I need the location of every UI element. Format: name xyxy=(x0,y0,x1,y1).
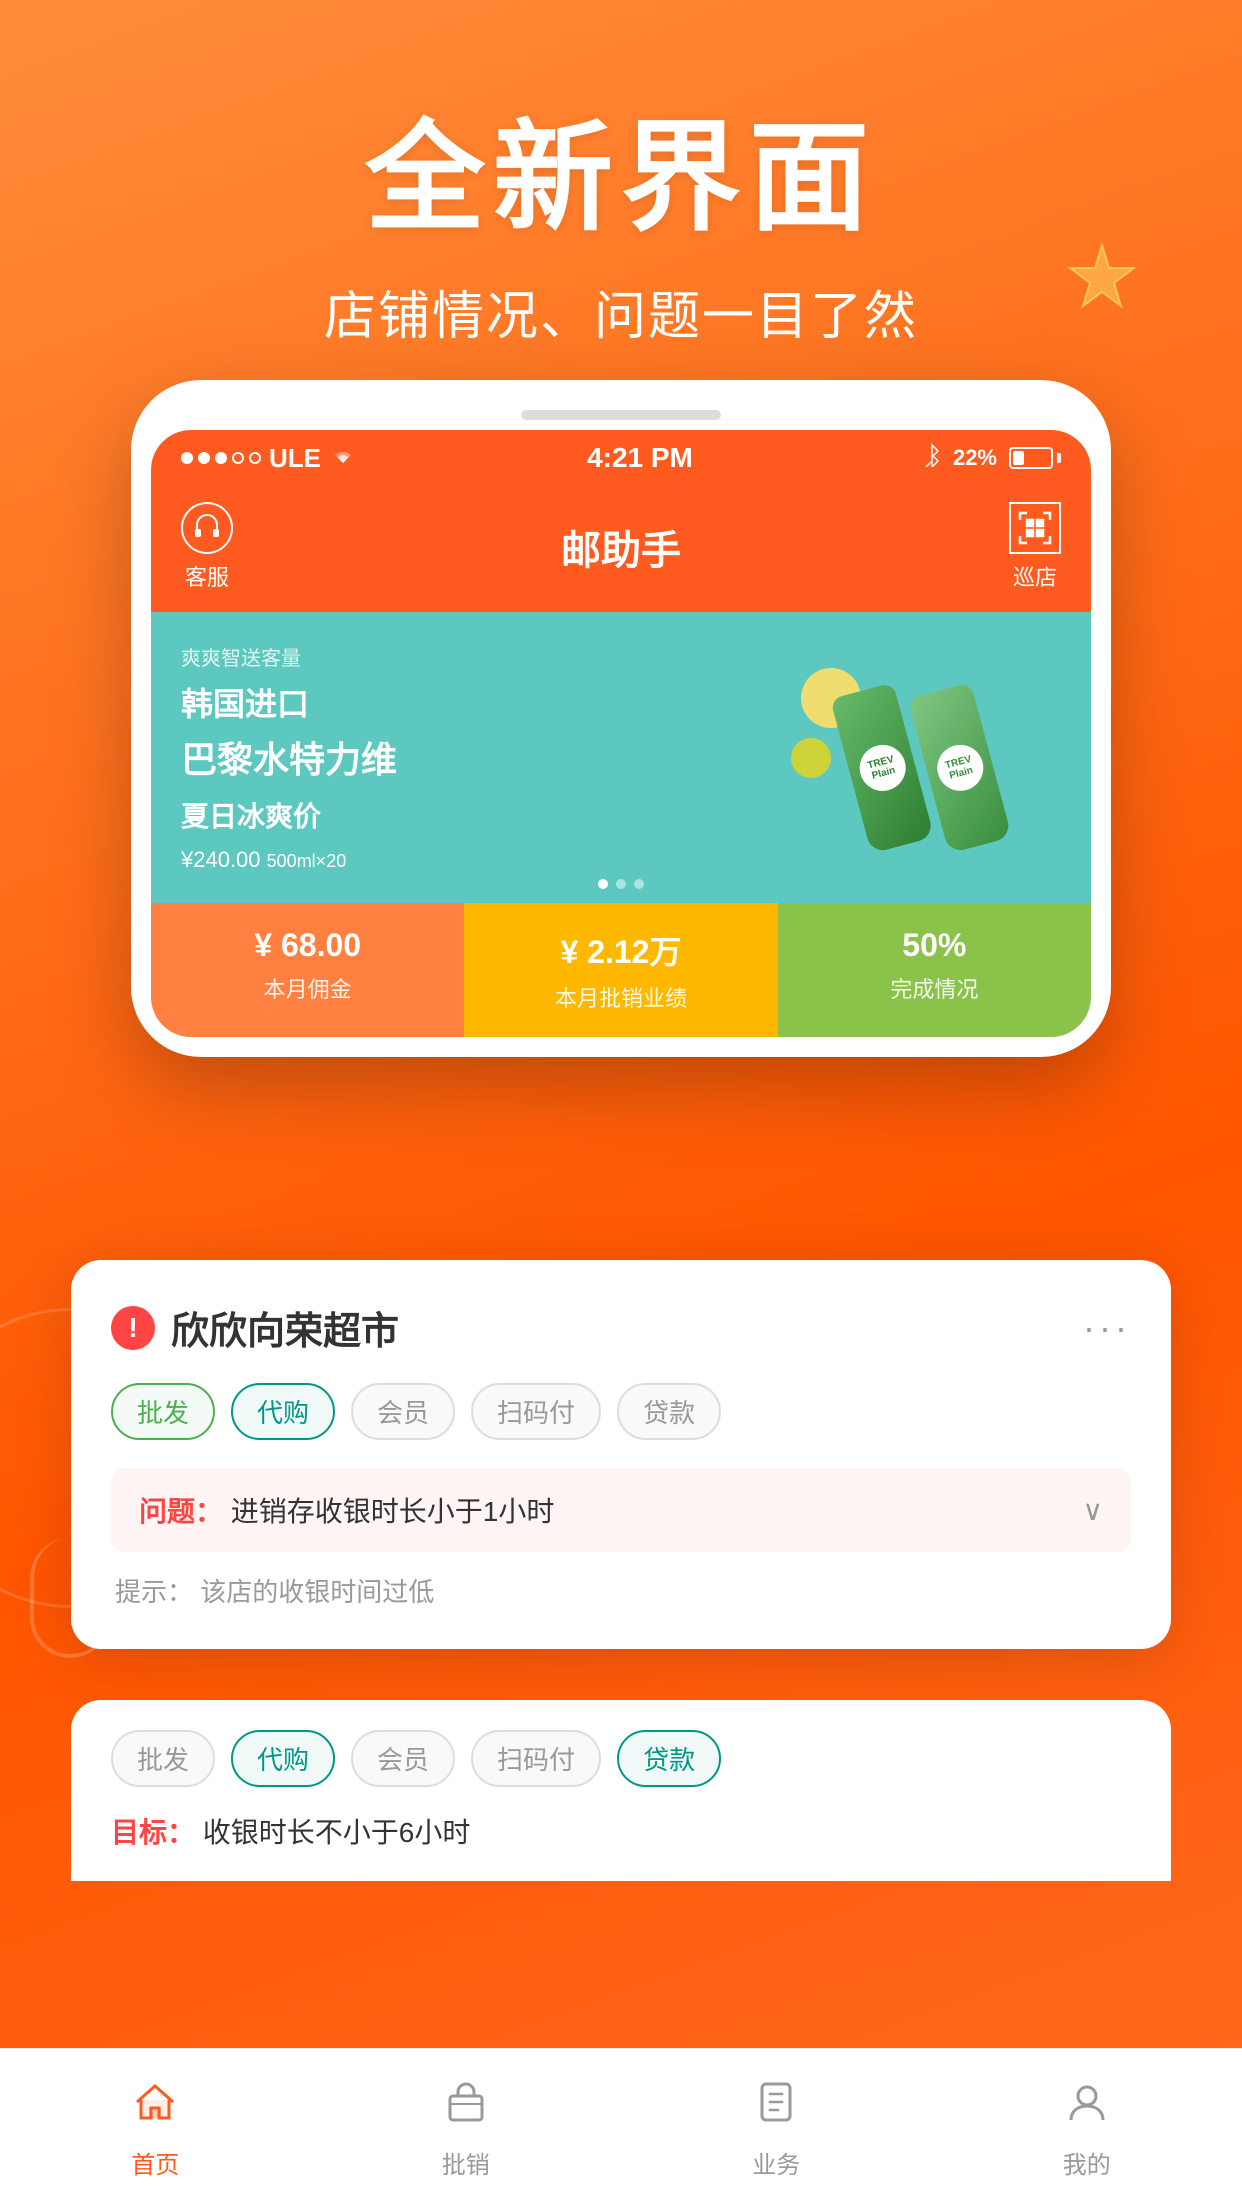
status-bar: ULE 4:21 PM 22% xyxy=(151,430,1091,486)
carrier-label: ULE xyxy=(269,443,321,474)
problem-text: 问题： 进销存收银时长小于1小时 xyxy=(139,1490,554,1530)
nav-business[interactable]: 业务 xyxy=(752,2078,800,2180)
nav-business-label: 业务 xyxy=(752,2145,800,2180)
second-tag-wholesale[interactable]: 批发 xyxy=(111,1730,215,1787)
stat-sales[interactable]: ¥ 2.12万 本月批销业绩 xyxy=(464,903,777,1037)
banner-dot-2 xyxy=(616,879,626,889)
banner-dot-1 xyxy=(598,879,608,889)
signal-dot-5 xyxy=(249,452,261,464)
banner-price: ¥240.00 500ml×20 xyxy=(181,847,781,873)
task-icon xyxy=(752,2078,800,2137)
store-name-row: ! 欣欣向荣超市 xyxy=(111,1300,399,1355)
nav-wholesale[interactable]: 批销 xyxy=(442,2078,490,2180)
battery-percent: 22% xyxy=(953,445,997,471)
second-tag-scan-pay[interactable]: 扫码付 xyxy=(471,1730,601,1787)
customer-service-label: 客服 xyxy=(185,560,229,592)
customer-service-button[interactable]: 客服 xyxy=(181,502,233,592)
tag-wholesale[interactable]: 批发 xyxy=(111,1383,215,1440)
phone-notch xyxy=(151,400,1091,430)
banner-image: TREVPlain TREVPlain xyxy=(781,658,1061,858)
stat-commission-value: ¥ 68.00 xyxy=(254,927,361,964)
hint-row: 提示： 该店的收银时间过低 xyxy=(111,1572,1131,1609)
status-right: 22% xyxy=(923,443,1061,473)
signal-dot-4 xyxy=(232,452,244,464)
banner-headline: 韩国进口 xyxy=(181,679,781,725)
shop-icon xyxy=(442,2078,490,2137)
stat-sales-value: ¥ 2.12万 xyxy=(561,927,682,973)
hint-label: 提示： xyxy=(115,1577,193,1607)
main-title: 全新界面 xyxy=(0,80,1242,254)
banner-text: 爽爽智送客量 韩国进口 巴黎水特力维 夏日冰爽价 ¥240.00 500ml×2… xyxy=(181,642,781,873)
second-store-card: 批发 代购 会员 扫码付 贷款 目标： 收银时长不小于6小时 xyxy=(71,1700,1171,1881)
product-banner[interactable]: 爽爽智送客量 韩国进口 巴黎水特力维 夏日冰爽价 ¥240.00 500ml×2… xyxy=(151,612,1091,903)
store-card-header: ! 欣欣向荣超市 ··· xyxy=(111,1300,1131,1355)
tag-loan[interactable]: 贷款 xyxy=(617,1383,721,1440)
app-navbar: 客服 邮助手 巡店 xyxy=(151,486,1091,612)
target-label: 目标： xyxy=(111,1817,195,1848)
wifi-icon xyxy=(329,443,357,474)
header-section: 全新界面 店铺情况、问题一目了然 xyxy=(0,0,1242,349)
stats-row: ¥ 68.00 本月佣金 ¥ 2.12万 本月批销业绩 50% 完成情况 xyxy=(151,903,1091,1037)
tag-scan-pay[interactable]: 扫码付 xyxy=(471,1383,601,1440)
battery-icon xyxy=(1009,447,1061,469)
nav-wholesale-label: 批销 xyxy=(442,2145,490,2180)
signal-dot-2 xyxy=(198,452,210,464)
patrol-store-label: 巡店 xyxy=(1013,560,1057,592)
banner-tag: 爽爽智送客量 xyxy=(181,642,781,671)
second-tag-proxy[interactable]: 代购 xyxy=(231,1730,335,1787)
user-icon xyxy=(1063,2078,1111,2137)
scan-icon xyxy=(1009,502,1061,554)
signal-dot-3 xyxy=(215,452,227,464)
banner-dot-3 xyxy=(634,879,644,889)
nav-profile-label: 我的 xyxy=(1063,2145,1111,2180)
nav-home[interactable]: 首页 xyxy=(131,2078,179,2180)
bluetooth-icon xyxy=(923,443,941,473)
stat-completion-label: 完成情况 xyxy=(890,972,978,1004)
stat-commission[interactable]: ¥ 68.00 本月佣金 xyxy=(151,903,464,1037)
app-screen: ULE 4:21 PM 22% xyxy=(151,430,1091,1037)
problem-description: 进销存收银时长小于1小时 xyxy=(231,1496,555,1527)
store-name: 欣欣向荣超市 xyxy=(171,1300,399,1355)
stat-sales-label: 本月批销业绩 xyxy=(555,981,687,1013)
headphone-icon xyxy=(181,502,233,554)
store-tags-row: 批发 代购 会员 扫码付 贷款 xyxy=(111,1383,1131,1440)
alert-icon: ! xyxy=(111,1306,155,1350)
app-title: 邮助手 xyxy=(561,518,681,576)
banner-sub-name: 夏日冰爽价 xyxy=(181,795,781,835)
stat-commission-label: 本月佣金 xyxy=(264,972,352,1004)
signal-dots xyxy=(181,452,261,464)
chevron-down-icon: ∨ xyxy=(1083,1494,1104,1527)
status-left: ULE xyxy=(181,443,357,474)
hint-text: 该店的收银时间过低 xyxy=(200,1577,434,1607)
time-display: 4:21 PM xyxy=(587,442,693,474)
phone-mockup: ULE 4:21 PM 22% xyxy=(131,380,1111,1057)
banner-product-name: 巴黎水特力维 xyxy=(181,731,781,783)
stat-completion[interactable]: 50% 完成情况 xyxy=(778,903,1091,1037)
second-card-tags: 批发 代购 会员 扫码付 贷款 xyxy=(111,1730,1131,1787)
more-options-button[interactable]: ··· xyxy=(1083,1307,1131,1349)
problem-row[interactable]: 问题： 进销存收银时长小于1小时 ∨ xyxy=(111,1468,1131,1552)
problem-label: 问题： xyxy=(139,1496,223,1527)
second-tag-loan[interactable]: 贷款 xyxy=(617,1730,721,1787)
store-card: ! 欣欣向荣超市 ··· 批发 代购 会员 扫码付 贷款 问题： 进销存收银时长… xyxy=(71,1260,1171,1649)
tag-member[interactable]: 会员 xyxy=(351,1383,455,1440)
signal-dot-1 xyxy=(181,452,193,464)
sub-title: 店铺情况、问题一目了然 xyxy=(0,274,1242,349)
stat-completion-value: 50% xyxy=(902,927,966,964)
nav-profile[interactable]: 我的 xyxy=(1063,2078,1111,2180)
home-icon xyxy=(131,2078,179,2137)
notch-bar xyxy=(521,410,721,420)
nav-home-label: 首页 xyxy=(131,2145,179,2180)
banner-indicator xyxy=(598,879,644,889)
patrol-store-button[interactable]: 巡店 xyxy=(1009,502,1061,592)
banner-unit: 500ml×20 xyxy=(267,851,347,871)
target-text: 收银时长不小于6小时 xyxy=(203,1817,471,1848)
second-tag-member[interactable]: 会员 xyxy=(351,1730,455,1787)
tag-proxy[interactable]: 代购 xyxy=(231,1383,335,1440)
bottom-nav: 首页 批销 业务 我的 xyxy=(0,2048,1242,2208)
target-row: 目标： 收银时长不小于6小时 xyxy=(111,1811,1131,1851)
